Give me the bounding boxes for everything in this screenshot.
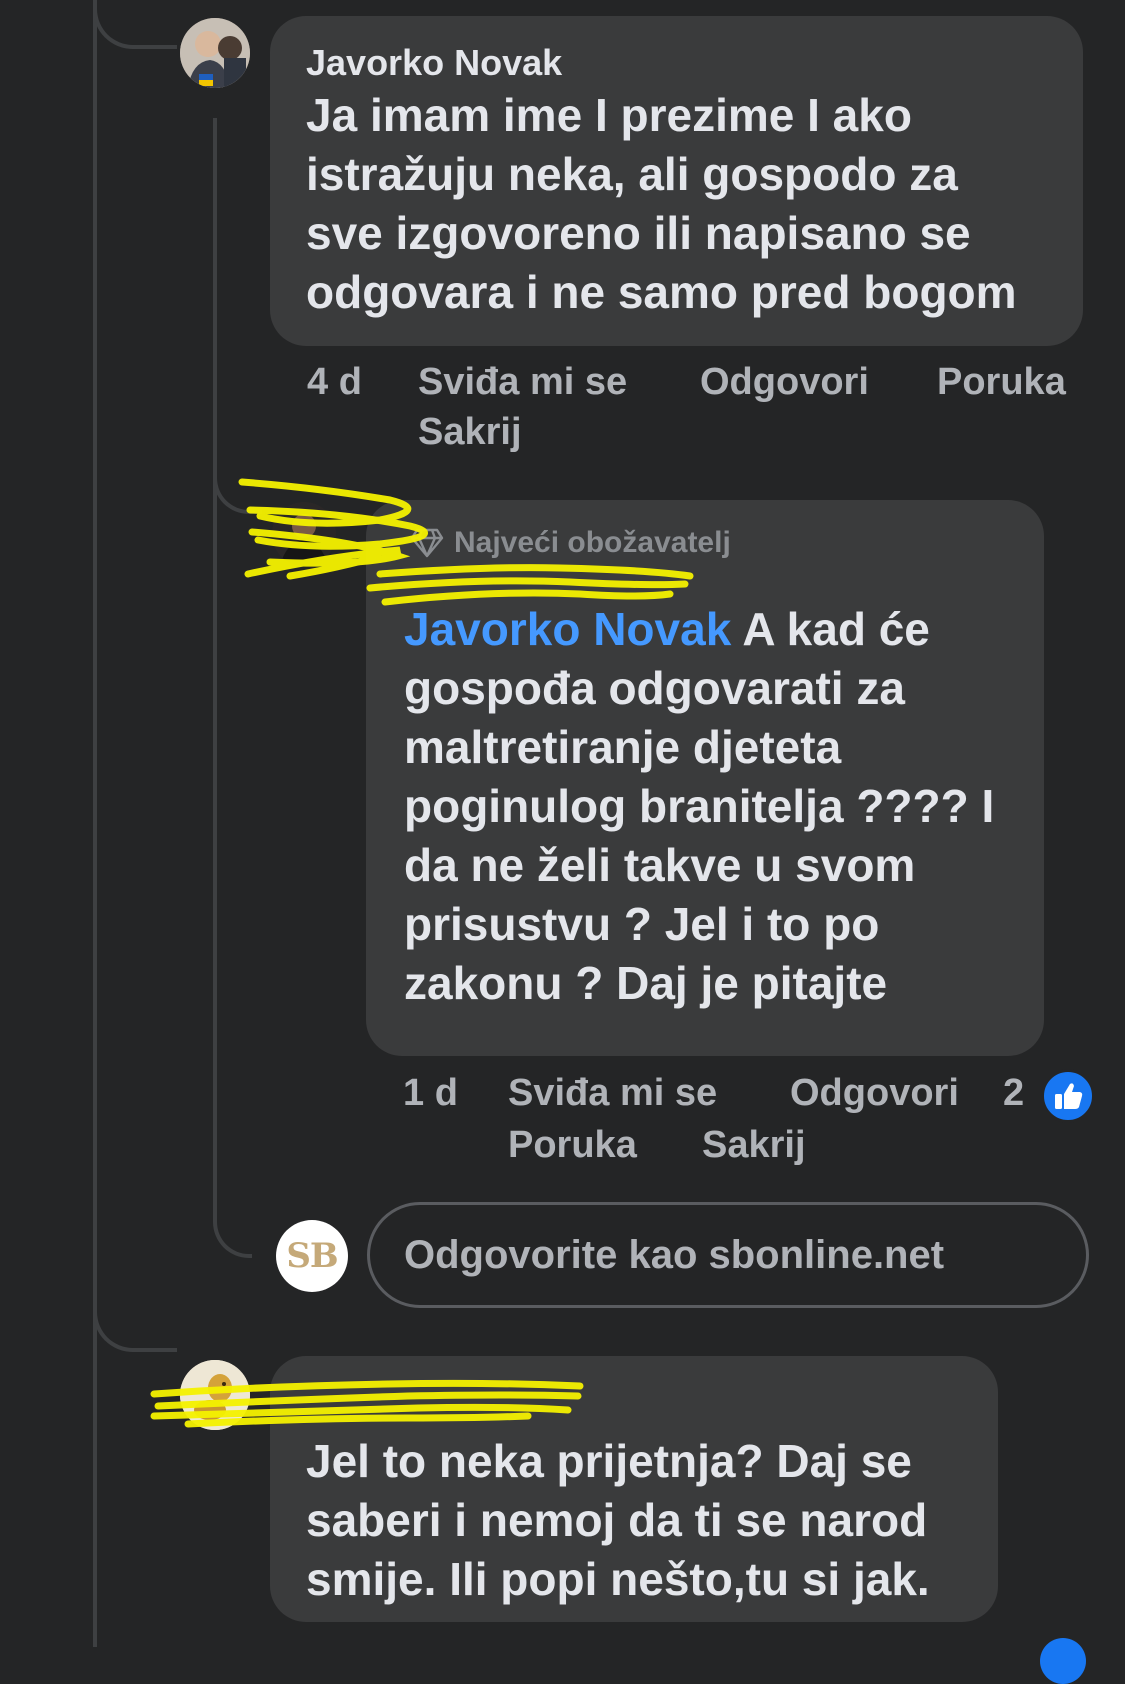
- comment-text-line: istražuju neka, ali gospodo za: [306, 148, 958, 200]
- hide-button[interactable]: Sakrij: [418, 411, 522, 454]
- comment-text-inline: A kad će: [731, 603, 930, 655]
- hide-button[interactable]: Sakrij: [702, 1124, 806, 1167]
- top-fan-badge: Najveći obožavatelj: [410, 526, 1008, 560]
- like-button[interactable]: Sviđa mi se: [418, 361, 627, 404]
- comment-text-line: poginulog branitelja ???? I: [404, 780, 995, 832]
- thumbs-up-icon[interactable]: [1041, 1069, 1095, 1123]
- reaction-count[interactable]: 2: [1003, 1072, 1024, 1115]
- like-button[interactable]: Sviđa mi se: [508, 1072, 717, 1115]
- avatar-javorko[interactable]: [180, 18, 250, 88]
- comment-text-line: da ne želi takve u svom: [404, 839, 916, 891]
- comment-text-line: Ja imam ime I prezime I ako: [306, 89, 912, 141]
- thread-line-main: [93, 0, 97, 1647]
- avatar-photo-icon: [180, 18, 250, 88]
- redacted-author-name: [404, 560, 1008, 594]
- reply-button[interactable]: Odgovori: [790, 1072, 959, 1115]
- thumbs-up-glyph-icon: [1055, 1083, 1083, 1109]
- thread-line-replies: [213, 118, 217, 1178]
- thread-connector-top: [93, 0, 177, 49]
- top-fan-badge-label: Najveći obožavatelj: [454, 526, 731, 559]
- thread-connector-bottom: [93, 1300, 177, 1352]
- comment-bubble-3: Jel to neka prijetnja? Daj se saberi i n…: [270, 1356, 998, 1622]
- comment-timestamp[interactable]: 4 d: [307, 361, 362, 404]
- comment-text-line: odgovara i ne samo pred bogom: [306, 266, 1017, 318]
- comment-text-line: smije. Ili popi nešto,tu si jak.: [306, 1553, 930, 1605]
- comment-text-line: saberi i nemoj da ti se narod: [306, 1494, 928, 1546]
- comment-timestamp[interactable]: 1 d: [403, 1072, 458, 1115]
- avatar-reply-author[interactable]: [272, 502, 336, 566]
- comment-text-line: sve izgovoreno ili napisano se: [306, 207, 971, 259]
- comment-text-line: maltretiranje djeteta: [404, 721, 842, 773]
- page-avatar-sbonline[interactable]: SB: [276, 1220, 348, 1292]
- redacted-author-name: [306, 1378, 606, 1418]
- comment-text-line: zakonu ? Daj je pitajte: [404, 957, 888, 1009]
- comment-text-line: gospođa odgovarati za: [404, 662, 905, 714]
- message-button[interactable]: Poruka: [508, 1124, 637, 1167]
- comment-text-line: prisustvu ? Jel i to po: [404, 898, 880, 950]
- thread-connector-reply: [213, 440, 262, 514]
- reply-button[interactable]: Odgovori: [700, 361, 869, 404]
- avatar-comment3-author[interactable]: [180, 1360, 250, 1430]
- partial-icon-bottom: [1040, 1638, 1086, 1684]
- diamond-icon: [410, 528, 444, 558]
- reply-input[interactable]: Odgovorite kao sbonline.net: [367, 1202, 1089, 1308]
- comment-text-line: Javorko Novak A kad će: [404, 600, 1008, 659]
- comment-text: Javorko Novak A kad će gospođa odgovarat…: [404, 600, 1008, 1013]
- avatar-photo-icon: [180, 1360, 250, 1430]
- reply-input-placeholder: Odgovorite kao sbonline.net: [404, 1232, 945, 1277]
- message-button[interactable]: Poruka: [937, 361, 1066, 404]
- thread-connector-replybox: [213, 1160, 252, 1258]
- mention-link[interactable]: Javorko Novak: [404, 603, 731, 655]
- comment-bubble-1: Javorko Novak Ja imam ime I prezime I ak…: [270, 16, 1083, 346]
- comment-text-line: Jel to neka prijetnja? Daj se: [306, 1435, 912, 1487]
- comment-author[interactable]: Javorko Novak: [306, 42, 1047, 84]
- avatar-photo-icon: [272, 502, 336, 566]
- comment-text: Jel to neka prijetnja? Daj se saberi i n…: [306, 1432, 962, 1609]
- comment-text: Ja imam ime I prezime I ako istražuju ne…: [306, 86, 1047, 322]
- page-avatar-initials: SB: [286, 1236, 338, 1276]
- comment-bubble-2: Najveći obožavatelj Javorko Novak A kad …: [366, 500, 1044, 1056]
